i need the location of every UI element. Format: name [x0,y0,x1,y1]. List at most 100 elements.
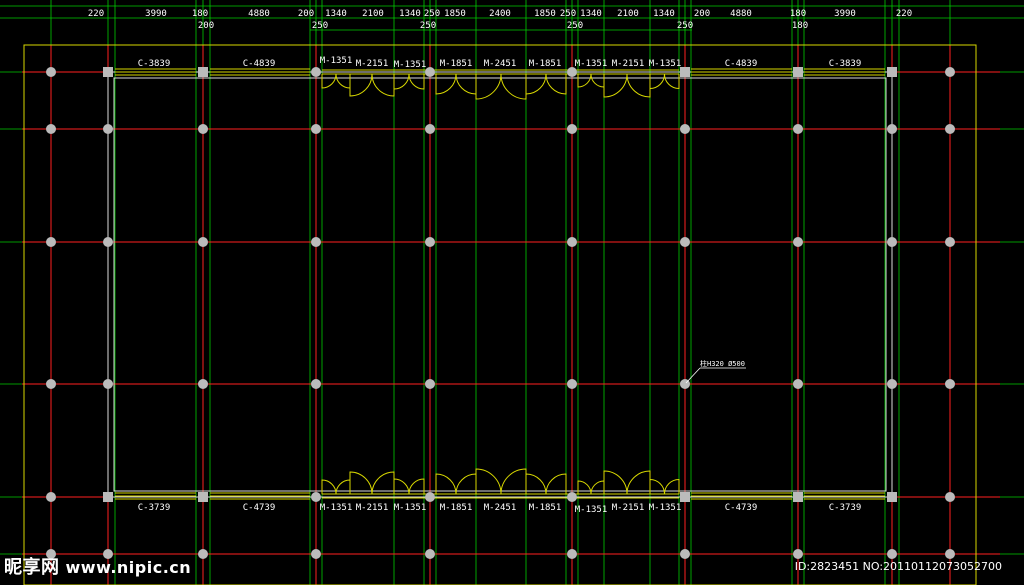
column-square [103,67,113,77]
door-swing-top [321,73,337,89]
column [46,492,56,502]
door-swing-bottom [577,480,592,495]
dimension-label: 4880 [730,9,752,19]
column [793,124,803,134]
door-swing-top [603,73,628,98]
column [311,124,321,134]
opening-label-top: C-3839 [829,59,862,69]
dimension-label: 220 [896,9,912,19]
opening-label-top: M-1351 [649,59,682,69]
column [46,379,56,389]
dimension-label: 200 [694,9,710,19]
opening-label-top: M-1351 [394,60,427,70]
watermark-id: ID:2823451 NO:20110112073052700 [794,560,1002,573]
column [793,549,803,559]
column [425,237,435,247]
dimension-label: 250 [420,21,436,31]
dimension-label: 250 [677,21,693,31]
dimension-label: 200 [198,21,214,31]
outer-wall [107,71,893,498]
door-swing-bottom [649,478,665,495]
column [945,549,955,559]
annotations: 柱H320 Ø500 [685,359,746,384]
door-swing-bottom [335,479,351,495]
column [103,124,113,134]
dimension-label: 2100 [617,9,639,19]
column [680,237,690,247]
dimension-label: 250 [560,9,576,19]
door-swing-top [626,73,651,98]
door-swing-top [435,73,457,95]
column-square [680,67,690,77]
column [945,379,955,389]
column [311,492,321,502]
column-square [198,67,208,77]
opening-label-bottom: C-3739 [829,503,862,513]
opening-label-top: C-3839 [138,59,171,69]
dimension-label: 3990 [145,9,167,19]
column [311,549,321,559]
dimension-label: 180 [790,9,806,19]
column [425,67,435,77]
column [46,67,56,77]
dimension-label: 1850 [444,9,466,19]
dimension-label: 4880 [248,9,270,19]
column [311,237,321,247]
dimension-label: 200 [298,9,314,19]
opening-label-bottom: M-1351 [394,503,427,513]
column [793,379,803,389]
dimension-label: 1850 [534,9,556,19]
column [567,237,577,247]
door-swing-top [349,73,373,97]
column-square [793,492,803,502]
dimension-label: 3990 [834,9,856,19]
column [945,124,955,134]
dimension-label: 2400 [489,9,511,19]
column [887,549,897,559]
column [425,492,435,502]
door-swings [321,73,680,495]
inner-wall [113,77,887,492]
dimension-label: 180 [192,9,208,19]
door-swing-bottom [590,480,605,495]
opening-labels: C-3839 C-4839 M-1351 M-2151 M-1351 M-1851 M-24… [138,56,862,515]
door-swing-bottom [475,468,502,495]
column [945,237,955,247]
column [680,124,690,134]
opening-label-top: M-2151 [612,59,645,69]
column [198,124,208,134]
column-square [103,492,113,502]
opening-label-top: C-4839 [725,59,758,69]
dimension-label: 250 [424,9,440,19]
column [567,379,577,389]
column [311,67,321,77]
door-swing-top [408,73,425,90]
door-swing-bottom [500,468,527,495]
structural-columns [46,67,955,559]
dimension-label: 180 [792,21,808,31]
door-swing-bottom [393,478,410,495]
column-note: 柱H320 Ø500 [700,359,745,368]
dimension-label: 220 [88,9,104,19]
door-swing-bottom [408,478,425,495]
column-square [198,492,208,502]
door-swing-top [455,73,477,95]
column [887,237,897,247]
dimension-label: 1340 [653,9,675,19]
door-swing-top [649,73,665,90]
dimension-labels: 220 3990 180 4880 200 1340 2100 1340 250 1850 2400… [88,9,912,31]
opening-label-bottom: M-2151 [612,503,645,513]
opening-label-bottom: M-1351 [649,503,682,513]
opening-label-bottom: M-2151 [356,503,389,513]
column-square [793,67,803,77]
column [887,124,897,134]
column [198,549,208,559]
dimension-label: 250 [567,21,583,31]
opening-label-bottom: M-1851 [529,503,562,513]
door-swing-top [371,73,395,97]
column [945,492,955,502]
column [945,67,955,77]
opening-label-bottom: M-1351 [320,503,353,513]
watermark-brand: 昵享网 www.nipic.cn [4,553,191,579]
door-swing-top [545,73,567,95]
